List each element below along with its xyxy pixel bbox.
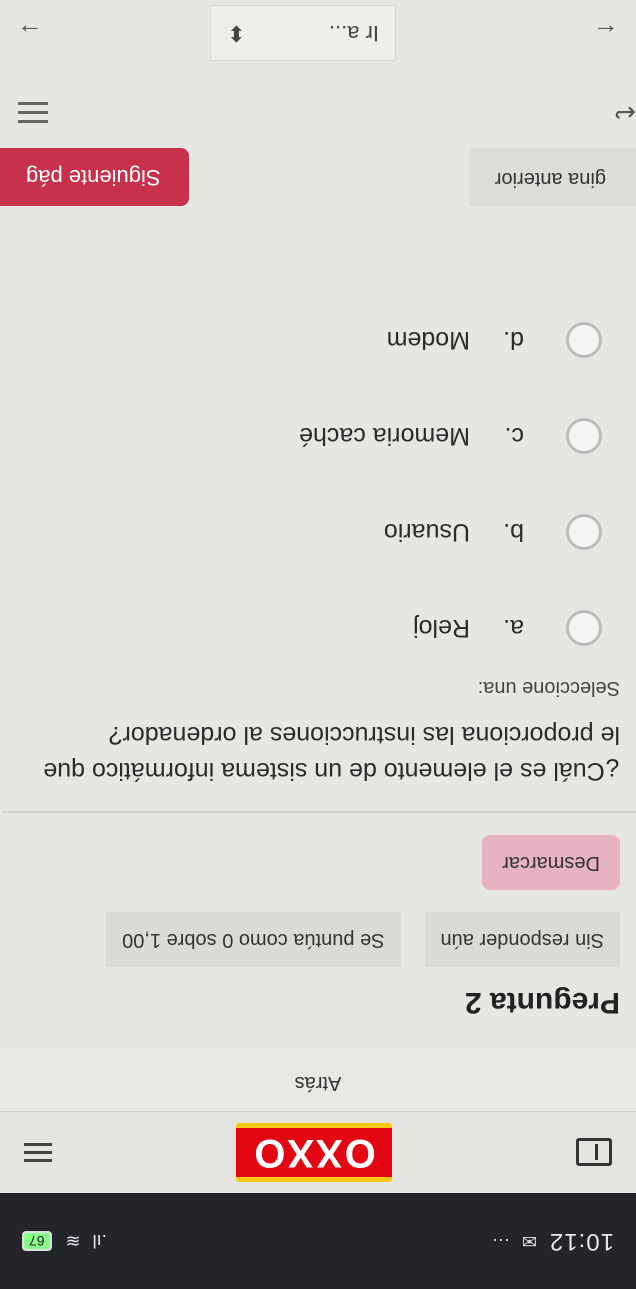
jump-to-placeholder: Ir a... — [328, 21, 379, 46]
next-page-button[interactable]: Siguiente pág — [0, 148, 189, 206]
option-text: Usuario — [383, 518, 470, 547]
wifi-icon: ≋ — [65, 1231, 81, 1252]
previous-page-button[interactable]: gina anterior — [468, 148, 636, 206]
back-link[interactable]: Atrás — [0, 1055, 636, 1111]
phone-screen: 10:12 ✉ ··· .ıl ≋ 67 OXXO Atrás Pregunta… — [0, 0, 636, 1289]
option-letter: a. — [503, 614, 524, 643]
app-header: OXXO — [0, 1111, 636, 1193]
radio-button[interactable] — [566, 514, 602, 550]
question-card: Pregunta 2 Sin responder aún Se puntúa c… — [0, 5, 636, 1055]
option-a[interactable]: a. Reloj — [18, 580, 620, 676]
question-info: Sin responder aún Se puntúa como 0 sobre… — [18, 912, 620, 967]
option-c[interactable]: c. Memoria caché — [18, 388, 620, 484]
question-list-icon[interactable] — [18, 102, 48, 123]
option-text: Memoria caché — [299, 422, 470, 451]
select-updown-icon: ⬍ — [227, 21, 246, 46]
toc-row: ↩ — [18, 97, 636, 128]
question-text: ¿Cuál es el elemento de un sistema infor… — [43, 721, 620, 785]
option-b[interactable]: b. Usuario — [18, 484, 620, 580]
option-letter: c. — [504, 422, 524, 451]
arrow-left-icon[interactable]: ← — [576, 18, 636, 49]
question-title: Pregunta 2 — [464, 986, 620, 1019]
radio-button[interactable] — [566, 322, 602, 358]
signal-icon: .ıl — [92, 1231, 107, 1252]
status-bar: 10:12 ✉ ··· .ıl ≋ 67 — [0, 1193, 636, 1289]
status-time: 10:12 — [548, 1228, 614, 1255]
app-notification-icon: ✉ — [521, 1231, 537, 1252]
option-letter: d. — [503, 326, 524, 355]
divider — [2, 811, 636, 813]
option-letter: b. — [503, 518, 524, 547]
radio-button[interactable] — [566, 418, 602, 454]
jump-bar: ← Ir a... ⬍ → — [0, 5, 636, 61]
arrow-right-icon[interactable]: → — [0, 18, 60, 49]
oxxo-logo: OXXO — [236, 1123, 392, 1182]
drawer-toggle-icon[interactable] — [576, 1138, 612, 1167]
more-icon: ··· — [491, 1231, 510, 1252]
option-text: Reloj — [413, 614, 470, 643]
option-text: Modem — [386, 326, 470, 355]
battery-icon: 67 — [22, 1231, 52, 1251]
page-navigation: gina anterior Siguiente pág — [0, 148, 636, 206]
radio-button[interactable] — [566, 610, 602, 646]
menu-icon[interactable] — [24, 1143, 52, 1162]
jump-to-select[interactable]: Ir a... ⬍ — [210, 5, 396, 61]
answer-status: Sin responder aún — [424, 912, 620, 967]
return-arrow-icon[interactable]: ↩ — [614, 97, 636, 128]
unflag-button[interactable]: Desmarcar — [482, 835, 620, 890]
select-one-prompt: Seleccione una: — [477, 677, 620, 699]
score-info: Se puntúa como 0 sobre 1,00 — [106, 912, 401, 967]
option-d[interactable]: d. Modem — [18, 292, 620, 388]
